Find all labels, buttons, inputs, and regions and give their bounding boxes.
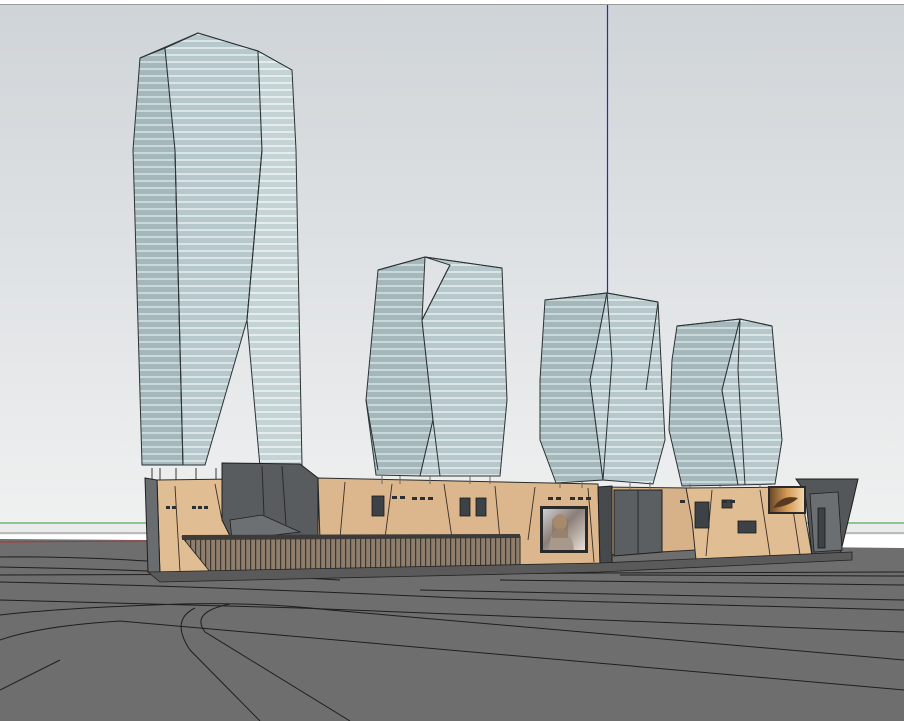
tower-mid-right[interactable] [668, 318, 783, 487]
top-border [0, 0, 904, 4]
billboard-portrait[interactable] [540, 506, 588, 553]
tower-tall[interactable] [132, 32, 303, 468]
3d-scene[interactable] [0, 0, 904, 721]
billboard-landscape[interactable] [768, 486, 806, 514]
tower-mid-center[interactable] [539, 292, 666, 485]
sketchup-viewport[interactable] [0, 0, 904, 721]
